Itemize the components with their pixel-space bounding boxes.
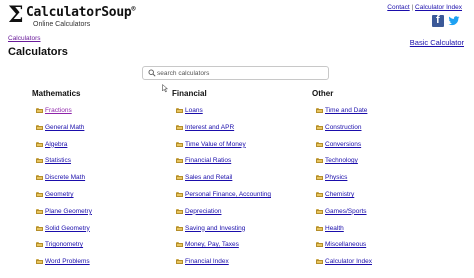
folder-icon	[176, 259, 183, 265]
folder-icon	[36, 124, 43, 130]
folder-icon	[36, 242, 43, 248]
column-heading: Financial	[172, 89, 207, 98]
category-link[interactable]: Discrete Math	[45, 174, 85, 182]
folder-icon	[316, 158, 323, 164]
twitter-icon[interactable]	[448, 15, 460, 27]
category-link[interactable]: Statistics	[45, 157, 71, 165]
folder-icon	[316, 225, 323, 231]
folder-icon	[316, 242, 323, 248]
category-link[interactable]: Games/Sports	[325, 208, 367, 216]
facebook-letter: f	[436, 14, 440, 26]
category-link[interactable]: Personal Finance, Accounting	[185, 191, 271, 199]
folder-icon	[36, 175, 43, 181]
top-links: Contact | Calculator Index	[387, 4, 462, 11]
category-link[interactable]: General Math	[45, 124, 84, 132]
column-heading: Other	[312, 89, 334, 98]
search-box[interactable]	[142, 66, 329, 80]
folder-icon	[36, 141, 43, 147]
folder-icon	[316, 108, 323, 113]
folder-icon	[176, 108, 183, 113]
folder-icon	[316, 141, 323, 147]
folder-icon	[316, 175, 323, 181]
category-link[interactable]: Saving and Investing	[185, 225, 245, 233]
category-link[interactable]: Geometry	[45, 191, 74, 199]
folder-icon	[36, 191, 43, 197]
category-link[interactable]: Chemistry	[325, 191, 354, 199]
column-other: Other Time and Date Construction Convers…	[312, 89, 372, 265]
folder-icon	[36, 208, 43, 214]
folder-icon	[176, 175, 183, 181]
calculator-index-link[interactable]: Calculator Index	[415, 4, 462, 11]
link-separator: |	[411, 4, 414, 11]
folder-icon	[176, 191, 183, 197]
category-link[interactable]: Fractions	[45, 107, 72, 115]
column-mathematics: Mathematics Fractions General Math Algeb…	[32, 89, 92, 265]
folder-icon	[176, 208, 183, 214]
folder-icon	[36, 108, 43, 113]
category-link[interactable]: Time and Date	[325, 107, 367, 115]
category-link[interactable]: Miscellaneous	[325, 241, 366, 249]
category-link[interactable]: Interest and APR	[185, 124, 234, 132]
breadcrumb-calculators[interactable]: Calculators	[8, 35, 41, 42]
registered-mark: ®	[131, 5, 136, 13]
folder-icon	[316, 124, 323, 130]
page-title: Calculators	[8, 46, 68, 58]
category-link[interactable]: Physics	[325, 174, 347, 182]
column-financial: Financial Loans Interest and APR Time Va…	[172, 89, 271, 265]
folder-icon	[176, 141, 183, 147]
folder-icon	[176, 242, 183, 248]
category-link[interactable]: Money, Pay, Taxes	[185, 241, 239, 249]
social-icons: f	[432, 14, 462, 28]
category-link[interactable]: Solid Geometry	[45, 225, 90, 233]
facebook-icon[interactable]: f	[432, 14, 444, 27]
folder-icon	[316, 191, 323, 197]
contact-link[interactable]: Contact	[387, 4, 409, 11]
mouse-cursor-icon	[162, 84, 168, 93]
category-link[interactable]: Calculator Index	[325, 258, 372, 266]
category-link[interactable]: Time Value of Money	[185, 141, 246, 149]
folder-icon	[176, 225, 183, 231]
search-input[interactable]	[157, 67, 322, 79]
folder-icon	[36, 158, 43, 164]
column-heading: Mathematics	[32, 89, 81, 98]
logo-text: CalculatorSoup®	[26, 5, 136, 20]
sigma-logo-icon: Σ	[8, 2, 24, 28]
folder-icon	[176, 124, 183, 130]
folder-icon	[316, 208, 323, 214]
category-link[interactable]: Technology	[325, 157, 358, 165]
folder-icon	[36, 259, 43, 265]
category-link[interactable]: Loans	[185, 107, 203, 115]
logo-name: CalculatorSoup	[26, 5, 132, 20]
basic-calculator-link[interactable]: Basic Calculator	[410, 38, 464, 47]
category-link[interactable]: Word Problems	[45, 258, 90, 266]
category-link[interactable]: Depreciation	[185, 208, 222, 216]
category-link[interactable]: Conversions	[325, 141, 361, 149]
site-header: Σ CalculatorSoup® Online Calculators Con…	[0, 0, 474, 32]
folder-icon	[316, 259, 323, 265]
category-link[interactable]: Trigonometry	[45, 241, 83, 249]
category-link[interactable]: Algebra	[45, 141, 67, 149]
category-link[interactable]: Sales and Retail	[185, 174, 232, 182]
category-link[interactable]: Financial Ratios	[185, 157, 231, 165]
folder-icon	[176, 158, 183, 164]
category-link[interactable]: Plane Geometry	[45, 208, 92, 216]
category-link[interactable]: Financial Index	[185, 258, 229, 266]
logo-subtitle: Online Calculators	[33, 21, 91, 28]
folder-icon	[36, 225, 43, 231]
category-link[interactable]: Health	[325, 225, 344, 233]
search-icon	[148, 69, 156, 77]
category-link[interactable]: Construction	[325, 124, 362, 132]
